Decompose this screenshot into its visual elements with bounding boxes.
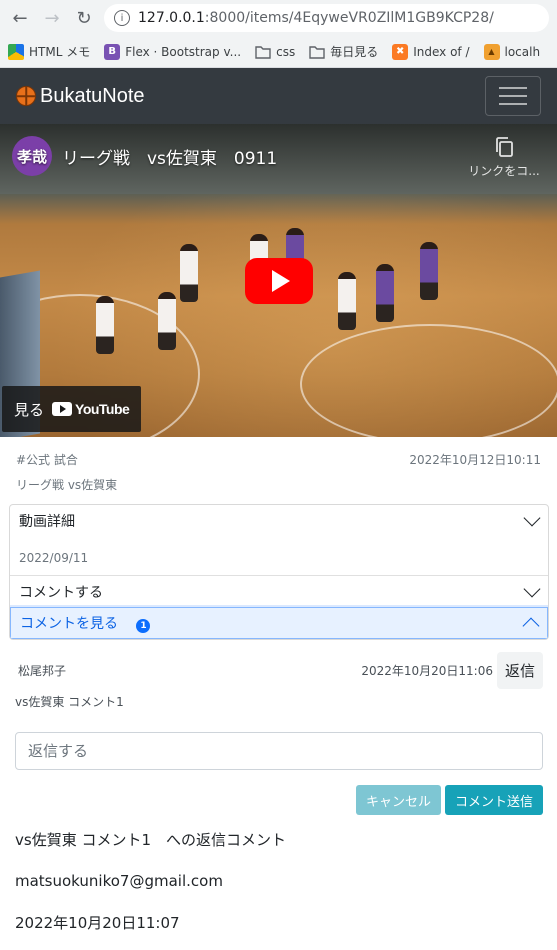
accordion-label: コメントする bbox=[19, 584, 103, 601]
accordion-label: 動画詳細 bbox=[19, 514, 75, 530]
forward-icon[interactable]: → bbox=[40, 6, 64, 30]
bookmark-folder-daily[interactable]: 毎日見る bbox=[309, 43, 378, 60]
basketball-icon bbox=[16, 86, 36, 106]
court-line bbox=[300, 324, 557, 437]
phpmyadmin-icon: ▲ bbox=[483, 43, 500, 60]
reply-item: vs佐賀東 コメント1 への返信コメント matsuokuniko7@gmail… bbox=[15, 829, 543, 933]
chevron-up-icon bbox=[523, 616, 537, 630]
folder-icon bbox=[309, 44, 325, 60]
browser-toolbar: ← → ↻ i 127.0.0.1:8000/items/4EqyweVR0ZI… bbox=[0, 0, 557, 36]
item-tags[interactable]: #公式 試合 bbox=[16, 451, 78, 468]
item-datetime: 2022年10月12日10:11 bbox=[409, 453, 541, 467]
watch-on-youtube-button[interactable]: 見る YouTube bbox=[2, 386, 142, 432]
accordion-write-comment[interactable]: コメントする bbox=[10, 575, 548, 607]
navbar-toggler-button[interactable] bbox=[485, 76, 541, 116]
copy-icon bbox=[494, 136, 514, 158]
player bbox=[376, 264, 394, 322]
brand-name: BukatuNote bbox=[40, 84, 145, 107]
bookmark-folder-css[interactable]: css bbox=[255, 44, 295, 60]
item-meta: #公式 試合 2022年10月12日10:11 リーグ戦 vs佐賀東 bbox=[0, 437, 557, 493]
video-date: 2022/09/11 bbox=[19, 551, 89, 565]
player bbox=[420, 242, 438, 300]
item-accordion: 動画詳細 2022/09/11 コメントする コメントを見る 1 bbox=[9, 504, 549, 640]
bookmark-localhost[interactable]: ▲ localh bbox=[483, 43, 541, 60]
url-path: :8000/items/4EqyweVR0ZIlM1GB9KCP28/ bbox=[204, 10, 494, 26]
accordion-label: コメントを見る bbox=[20, 616, 118, 632]
google-drive-icon bbox=[8, 43, 24, 60]
reply-email: matsuokuniko7@gmail.com bbox=[15, 872, 223, 890]
comment-author: 松尾邦子 bbox=[18, 664, 67, 678]
bookmark-html-memo[interactable]: HTML メモ bbox=[8, 43, 90, 60]
channel-avatar[interactable]: 孝哉 bbox=[12, 136, 52, 176]
reply-input[interactable] bbox=[15, 732, 543, 770]
send-comment-button[interactable]: コメント送信 bbox=[444, 785, 543, 815]
reload-icon[interactable]: ↻ bbox=[72, 6, 96, 30]
bookmark-label: Index of / bbox=[413, 44, 470, 59]
bootstrap-icon: B bbox=[104, 43, 121, 60]
copy-link-button[interactable]: リンクをコ... bbox=[459, 136, 549, 179]
youtube-logo: YouTube bbox=[52, 401, 130, 417]
video-title-bar[interactable]: 孝哉 リーグ戦 vs佐賀東 0911 bbox=[12, 136, 277, 176]
comment-text: vs佐賀東 コメント1 bbox=[15, 695, 124, 709]
brand-link[interactable]: BukatuNote bbox=[16, 85, 145, 108]
comment-count-badge: 1 bbox=[136, 619, 151, 633]
folder-icon bbox=[255, 44, 271, 60]
video-title[interactable]: リーグ戦 vs佐賀東 0911 bbox=[62, 144, 277, 169]
bookmarks-bar: HTML メモ B Flex · Bootstrap v... css 毎日見る… bbox=[0, 36, 557, 68]
youtube-play-icon bbox=[52, 402, 73, 416]
chevron-down-icon bbox=[524, 514, 538, 528]
bookmark-label: Flex · Bootstrap v... bbox=[125, 44, 242, 59]
url-host: 127.0.0.1 bbox=[138, 10, 205, 26]
player bbox=[96, 296, 114, 354]
youtube-wordmark: YouTube bbox=[75, 401, 130, 417]
bookmark-label: 毎日見る bbox=[330, 45, 379, 59]
bookmark-index[interactable]: ✖ Index of / bbox=[392, 43, 470, 60]
site-info-icon[interactable]: i bbox=[114, 10, 130, 26]
player bbox=[158, 292, 176, 350]
watch-label: 見る bbox=[14, 400, 45, 419]
reply-button[interactable]: 返信 bbox=[496, 652, 543, 689]
bookmark-label: localh bbox=[504, 44, 541, 59]
accordion-video-details[interactable]: 動画詳細 bbox=[10, 505, 548, 537]
bookmark-label: HTML メモ bbox=[29, 45, 91, 59]
back-icon[interactable]: ← bbox=[8, 6, 32, 30]
reply-text: vs佐賀東 コメント1 への返信コメント bbox=[15, 831, 287, 849]
youtube-embed[interactable]: 孝哉 リーグ戦 vs佐賀東 0911 リンクをコ... 見る YouTube bbox=[0, 124, 557, 437]
accordion-view-comments[interactable]: コメントを見る 1 bbox=[10, 607, 548, 639]
chevron-down-icon bbox=[524, 585, 538, 599]
reply-actions: キャンセル コメント送信 bbox=[15, 785, 543, 815]
cancel-button[interactable]: キャンセル bbox=[355, 785, 441, 815]
copy-link-label: リンクをコ... bbox=[468, 164, 540, 178]
address-bar[interactable]: i 127.0.0.1:8000/items/4EqyweVR0ZIlM1GB9… bbox=[104, 4, 549, 32]
player bbox=[338, 272, 356, 330]
comment-header: 松尾邦子 2022年10月20日11:06 返信 bbox=[15, 652, 543, 689]
bookmark-bootstrap[interactable]: B Flex · Bootstrap v... bbox=[104, 43, 242, 60]
xampp-icon: ✖ bbox=[392, 43, 409, 60]
video-details-body: 2022/09/11 bbox=[10, 537, 548, 575]
bookmark-label: css bbox=[276, 44, 296, 59]
play-button[interactable] bbox=[245, 258, 313, 304]
comment-datetime: 2022年10月20日11:06 bbox=[361, 664, 493, 678]
item-title: リーグ戦 vs佐賀東 bbox=[16, 478, 118, 492]
reply-datetime: 2022年10月20日11:07 bbox=[15, 914, 180, 932]
player bbox=[180, 244, 198, 302]
app-navbar: BukatuNote bbox=[0, 68, 557, 124]
comments-section: 松尾邦子 2022年10月20日11:06 返信 vs佐賀東 コメント1 キャン… bbox=[0, 652, 557, 950]
